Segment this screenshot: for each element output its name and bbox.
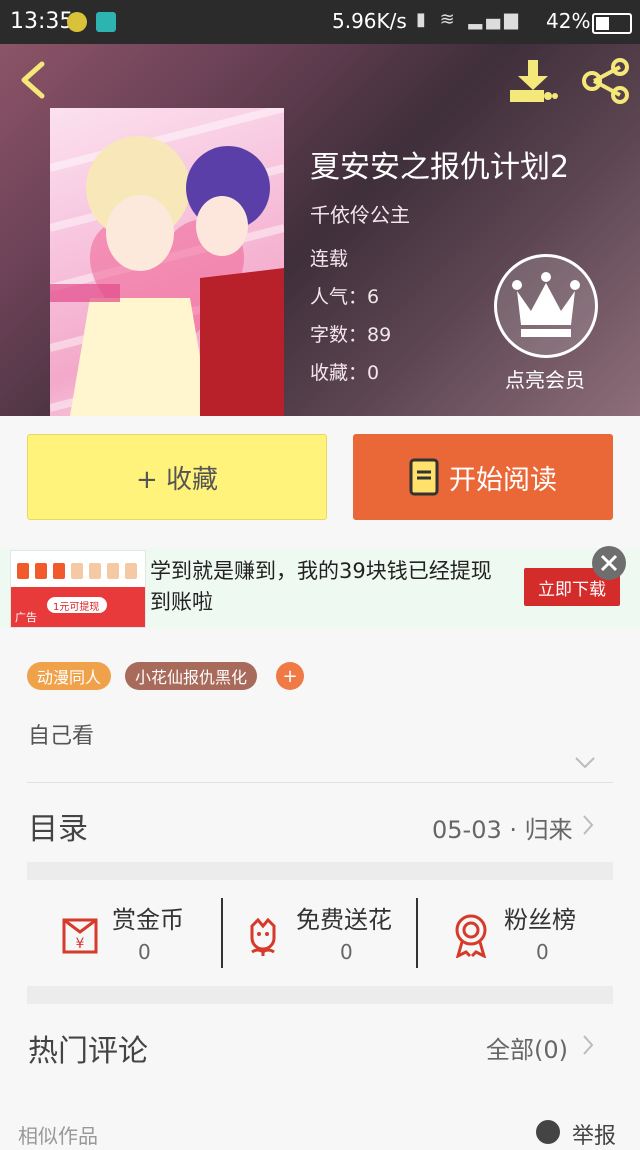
tag-1[interactable]: 小花仙报仇黑化 (125, 662, 258, 690)
vip-label[interactable]: 点亮会员 (490, 364, 600, 393)
ad-thumbnail: 1元可提现 广告 (10, 550, 146, 628)
close-icon (600, 554, 618, 572)
catalog-latest-chapter[interactable]: 05-03 · 归来 (432, 810, 573, 845)
similar-works-title: 相似作品 (18, 1124, 98, 1148)
catalog-title[interactable]: 目录 (28, 804, 88, 848)
signal-icon: ▮ ≋ ▂▄▆ (416, 9, 522, 30)
status-time: 13:35 (10, 9, 74, 34)
flower-icon (250, 917, 276, 956)
start-reading-label: 开始阅读 (449, 464, 557, 496)
stat-value: 0 (536, 940, 549, 964)
favorite-button[interactable]: + 收藏 (27, 434, 327, 520)
book-status: 连载 (310, 248, 349, 270)
book-cover[interactable] (50, 108, 284, 416)
back-icon[interactable] (18, 60, 48, 100)
ad-close-button[interactable] (592, 546, 626, 580)
all-comments-link[interactable]: 全部(0) (486, 1030, 568, 1065)
book-title: 夏安安之报仇计划2 (310, 150, 570, 185)
book-header: 夏安安之报仇计划2 千依伶公主 连载 人气：6 字数：89 收藏：0 点亮会员 (0, 44, 640, 416)
section-separator (27, 862, 613, 880)
hot-comments-title: 热门评论 (28, 1034, 148, 1069)
book-word-count: 字数：89 (310, 324, 392, 346)
stat-fan-ranking[interactable]: 粉丝榜 0 (448, 900, 628, 970)
screenshot-icon (96, 12, 116, 32)
battery-icon (592, 13, 632, 34)
book-author[interactable]: 千依伶公主 (310, 199, 410, 228)
network-speed: 5.96K/s (332, 9, 407, 33)
ad-thumb-caption: 1元可提现 (53, 602, 100, 613)
book-description: 自己看 (28, 724, 95, 749)
book-icon (409, 458, 439, 496)
svg-text:¥: ¥ (76, 936, 85, 952)
add-tag-button[interactable]: + (276, 662, 304, 690)
report-icon[interactable] (536, 1120, 560, 1144)
notification-icon (67, 12, 87, 32)
divider (416, 898, 418, 968)
stat-label: 免费送花 (296, 906, 392, 934)
ad-badge: 广告 (13, 609, 39, 625)
section-separator (27, 986, 613, 1004)
book-popularity: 人气：6 (310, 286, 380, 308)
stat-value: 0 (138, 940, 151, 964)
divider (221, 898, 223, 968)
download-icon[interactable] (508, 58, 558, 104)
stat-label: 赏金币 (112, 906, 184, 934)
crown-icon (512, 272, 580, 337)
ad-text[interactable]: 学到就是赚到，我的39块钱已经提现到账啦 (150, 556, 510, 618)
start-reading-button[interactable]: 开始阅读 (353, 434, 613, 520)
chevron-right-icon[interactable] (582, 1034, 594, 1056)
battery-percent: 42% (546, 9, 591, 33)
vip-crown-button[interactable] (494, 254, 598, 358)
stat-reward-coins[interactable]: ¥ 赏金币 0 (56, 900, 236, 970)
red-envelope-icon: ¥ (62, 918, 98, 954)
share-icon[interactable] (582, 58, 630, 104)
divider (27, 782, 613, 783)
stat-label: 粉丝榜 (504, 906, 576, 934)
stat-free-flowers[interactable]: 免费送花 0 (240, 900, 420, 970)
report-button[interactable]: 举报 (572, 1118, 616, 1150)
tag-0[interactable]: 动漫同人 (27, 662, 112, 690)
status-bar: 13:35 5.96K/s ▮ ≋ ▂▄▆ 42% (0, 0, 640, 44)
stat-value: 0 (340, 940, 353, 964)
chevron-down-icon[interactable] (574, 756, 596, 770)
book-favorites: 收藏：0 (310, 362, 380, 384)
medal-icon (455, 914, 487, 958)
chevron-right-icon[interactable] (582, 814, 594, 836)
